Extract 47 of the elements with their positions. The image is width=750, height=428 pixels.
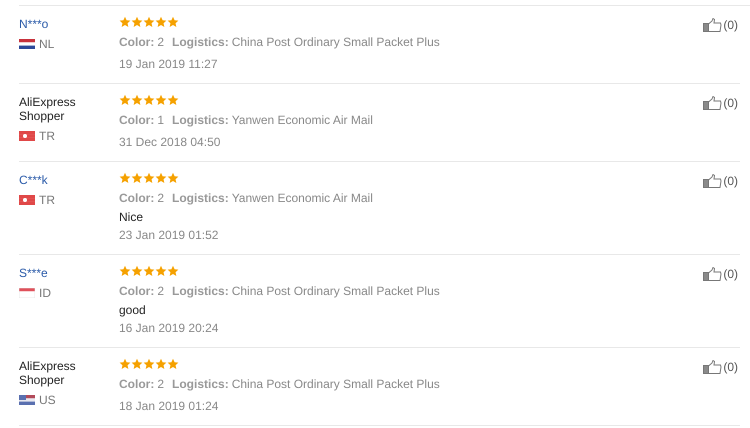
color-label: Color: (119, 113, 154, 127)
logistics-value: Yanwen Economic Air Mail (232, 191, 373, 205)
logistics-label: Logistics: (172, 377, 229, 391)
logistics-value: China Post Ordinary Small Packet Plus (232, 377, 440, 391)
logistics-label: Logistics: (172, 35, 229, 49)
like-count: (0) (723, 96, 738, 110)
country-code: US (39, 393, 56, 407)
review-date: 18 Jan 2019 01:24 (119, 398, 220, 414)
logistics-value: China Post Ordinary Small Packet Plus (232, 35, 440, 49)
country-code: NL (39, 37, 54, 51)
logistics-value: China Post Ordinary Small Packet Plus (232, 284, 440, 298)
like-count: (0) (723, 267, 738, 281)
color-value: 2 (157, 35, 164, 49)
reviewer-name: AliExpress Shopper (19, 359, 77, 387)
logistics-label: Logistics: (172, 113, 229, 127)
country-code: TR (39, 193, 55, 207)
like-count: (0) (723, 18, 738, 32)
color-value: 2 (157, 377, 164, 391)
like-count: (0) (723, 360, 738, 374)
review-date: 23 Jan 2019 01:52 (119, 227, 220, 243)
reviewer-name: C***k (19, 173, 49, 187)
thumbs-up-icon[interactable] (703, 360, 722, 374)
review-comment: good (119, 302, 147, 318)
review-date: 19 Jan 2019 11:27 (119, 56, 219, 72)
reviewer-name: AliExpress Shopper (19, 95, 77, 123)
country-code: TR (39, 129, 55, 143)
color-label: Color: (119, 377, 154, 391)
thumbs-up-icon[interactable] (703, 174, 722, 188)
logistics-label: Logistics: (172, 284, 229, 298)
country-code: ID (39, 286, 51, 300)
thumbs-up-icon[interactable] (703, 18, 722, 32)
color-label: Color: (119, 35, 154, 49)
thumbs-up-icon[interactable] (703, 267, 722, 281)
color-label: Color: (119, 191, 154, 205)
color-value: 2 (157, 284, 164, 298)
color-value: 1 (157, 113, 164, 127)
reviewer-name: N***o (19, 17, 50, 31)
thumbs-up-icon[interactable] (703, 96, 722, 110)
like-count: (0) (723, 174, 738, 188)
reviewer-name: S***e (19, 266, 49, 280)
logistics-value: Yanwen Economic Air Mail (232, 113, 373, 127)
review-comment: Nice (119, 209, 144, 225)
color-value: 2 (157, 191, 164, 205)
review-date: 31 Dec 2018 04:50 (119, 134, 222, 150)
color-label: Color: (119, 284, 154, 298)
review-date: 16 Jan 2019 20:24 (119, 320, 220, 336)
logistics-label: Logistics: (172, 191, 229, 205)
